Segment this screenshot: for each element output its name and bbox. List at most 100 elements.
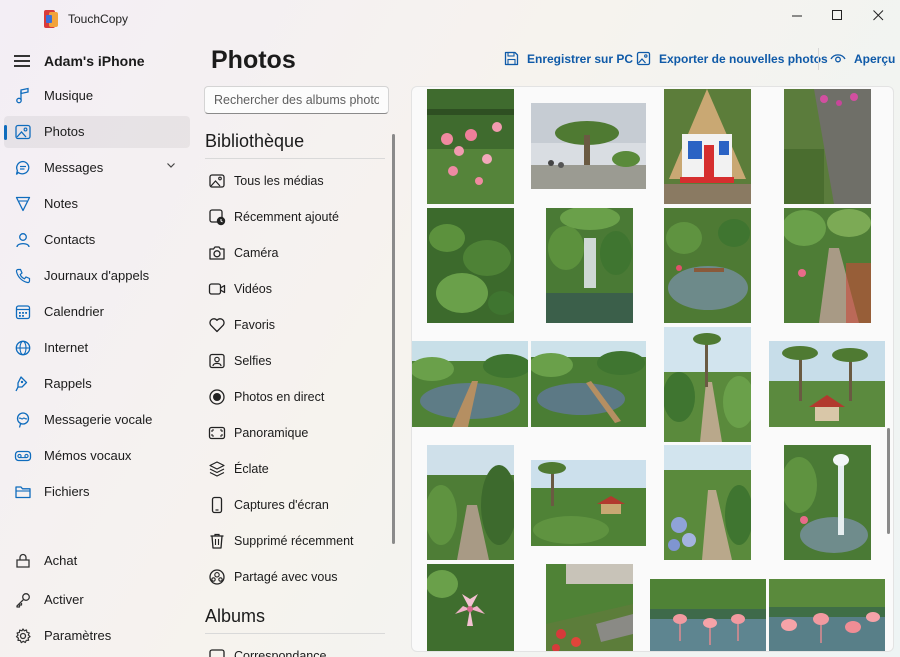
contacts-icon xyxy=(16,233,30,248)
maximize-button[interactable] xyxy=(817,0,857,30)
chevron-down-icon[interactable] xyxy=(166,160,176,170)
sidebar-item-settings[interactable]: Paramètres xyxy=(4,620,190,652)
close-button[interactable] xyxy=(858,0,898,30)
photo-thumbnail[interactable] xyxy=(650,579,766,651)
sidebar-item-label: Paramètres xyxy=(44,628,112,643)
photo-grid-scrollbar[interactable] xyxy=(887,428,890,534)
sidebar-item-purchase[interactable]: Achat xyxy=(4,545,190,577)
photo-thumbnail[interactable] xyxy=(427,564,514,651)
albums-section-title: Albums xyxy=(205,606,266,626)
albums-scrollbar[interactable] xyxy=(392,134,395,544)
image-export-icon xyxy=(636,51,651,66)
library-section-title: Bibliothèque xyxy=(205,131,305,151)
sidebar-item-voice-memos[interactable]: Mémos vocaux xyxy=(4,440,190,472)
sidebar-item-label: Fichiers xyxy=(44,484,90,499)
sidebar-item-contacts[interactable]: Contacts xyxy=(4,224,190,256)
touchcopy-logo-icon xyxy=(44,10,58,28)
camera-icon xyxy=(209,246,225,260)
title-bar: TouchCopy xyxy=(0,0,900,38)
album-item-correspondence[interactable]: Correspondance xyxy=(204,640,389,657)
phone-icon xyxy=(15,268,31,284)
preview-button[interactable]: Aperçu xyxy=(830,51,895,66)
save-to-pc-button[interactable]: Enregistrer sur PC xyxy=(504,51,633,66)
photo-thumbnail[interactable] xyxy=(531,460,646,546)
photo-thumbnail[interactable] xyxy=(531,341,646,427)
album-item-camera[interactable]: Caméra xyxy=(204,237,389,269)
album-item-shared-with-you[interactable]: Partagé avec vous xyxy=(204,561,389,593)
photo-thumbnail[interactable] xyxy=(784,89,871,204)
album-search-input[interactable] xyxy=(204,86,389,114)
maximize-icon xyxy=(831,9,842,20)
photo-thumbnail[interactable] xyxy=(664,327,751,442)
photo-thumbnail[interactable] xyxy=(427,208,514,323)
sidebar-item-label: Messages xyxy=(44,160,104,175)
albums-divider xyxy=(205,633,385,634)
gear-icon xyxy=(15,628,31,644)
photo-thumbnail[interactable] xyxy=(427,89,514,204)
album-label: Récemment ajouté xyxy=(234,210,339,224)
shared-icon xyxy=(209,569,225,585)
album-item-favorites[interactable]: Favoris xyxy=(204,309,389,341)
panorama-icon xyxy=(208,426,226,440)
sidebar-item-label: Messagerie vocale xyxy=(44,412,153,427)
photo-thumbnail[interactable] xyxy=(664,445,751,560)
export-new-photos-button[interactable]: Exporter de nouvelles photos xyxy=(636,51,828,66)
album-item-live-photos[interactable]: Photos en direct xyxy=(204,381,389,413)
sidebar-item-activate[interactable]: Activer xyxy=(4,584,190,616)
photo-thumbnail[interactable] xyxy=(769,341,885,427)
hamburger-menu-icon[interactable] xyxy=(14,55,30,67)
photos-icon xyxy=(15,124,31,140)
album-item-all-media[interactable]: Tous les médias xyxy=(204,165,389,197)
sidebar-item-label: Calendrier xyxy=(44,304,104,319)
sidebar-item-notes[interactable]: Notes xyxy=(4,188,190,220)
sidebar-item-internet[interactable]: Internet xyxy=(4,332,190,364)
sidebar-item-call-logs[interactable]: Journaux d'appels xyxy=(4,260,190,292)
album-label: Captures d'écran xyxy=(234,498,329,512)
cart-icon xyxy=(16,553,30,568)
album-item-selfies[interactable]: Selfies xyxy=(204,345,389,377)
all-media-icon xyxy=(209,174,225,188)
sidebar-item-files[interactable]: Fichiers xyxy=(4,476,190,508)
album-icon xyxy=(209,649,225,657)
album-label: Panoramique xyxy=(234,426,309,440)
sidebar: Adam's iPhone Musique Photos Messages No… xyxy=(0,40,196,657)
trash-icon xyxy=(210,533,224,549)
sidebar-item-music[interactable]: Musique xyxy=(4,80,190,112)
photo-thumbnail[interactable] xyxy=(531,103,646,189)
photo-thumbnail[interactable] xyxy=(546,208,633,323)
save-to-pc-label: Enregistrer sur PC xyxy=(527,51,634,66)
photo-thumbnail[interactable] xyxy=(784,208,871,323)
photo-thumbnail[interactable] xyxy=(784,445,871,560)
screenshot-icon xyxy=(211,496,223,514)
album-item-recently-added[interactable]: Récemment ajouté xyxy=(204,201,389,233)
photo-grid xyxy=(411,86,894,652)
notes-icon xyxy=(15,196,31,212)
close-icon xyxy=(872,9,883,20)
album-item-panorama[interactable]: Panoramique xyxy=(204,417,389,449)
album-label: Supprimé récemment xyxy=(234,534,354,548)
photo-thumbnail[interactable] xyxy=(427,445,514,560)
album-item-burst[interactable]: Éclate xyxy=(204,453,389,485)
sidebar-item-label: Journaux d'appels xyxy=(44,268,150,283)
photo-thumbnail[interactable] xyxy=(412,341,528,427)
photo-thumbnail[interactable] xyxy=(769,579,885,651)
sidebar-item-photos[interactable]: Photos xyxy=(4,116,190,148)
sidebar-item-label: Photos xyxy=(44,124,85,139)
album-item-screenshots[interactable]: Captures d'écran xyxy=(204,489,389,521)
live-photo-icon xyxy=(209,389,225,405)
sidebar-item-reminders[interactable]: Rappels xyxy=(4,368,190,400)
page-title: Photos xyxy=(211,46,296,74)
sidebar-item-voicemail[interactable]: Messagerie vocale xyxy=(4,404,190,436)
sidebar-item-label: Musique xyxy=(44,88,94,103)
sidebar-item-calendar[interactable]: Calendrier xyxy=(4,296,190,328)
sidebar-item-label: Internet xyxy=(44,340,89,355)
photo-thumbnail[interactable] xyxy=(546,564,633,651)
export-new-photos-label: Exporter de nouvelles photos xyxy=(659,51,828,66)
photo-thumbnail[interactable] xyxy=(664,208,751,323)
sidebar-item-messages[interactable]: Messages xyxy=(4,152,190,184)
minimize-button[interactable] xyxy=(777,0,817,30)
album-item-recently-deleted[interactable]: Supprimé récemment xyxy=(204,525,389,557)
device-name: Adam's iPhone xyxy=(44,53,145,69)
album-item-videos[interactable]: Vidéos xyxy=(204,273,389,305)
photo-thumbnail[interactable] xyxy=(664,89,751,204)
